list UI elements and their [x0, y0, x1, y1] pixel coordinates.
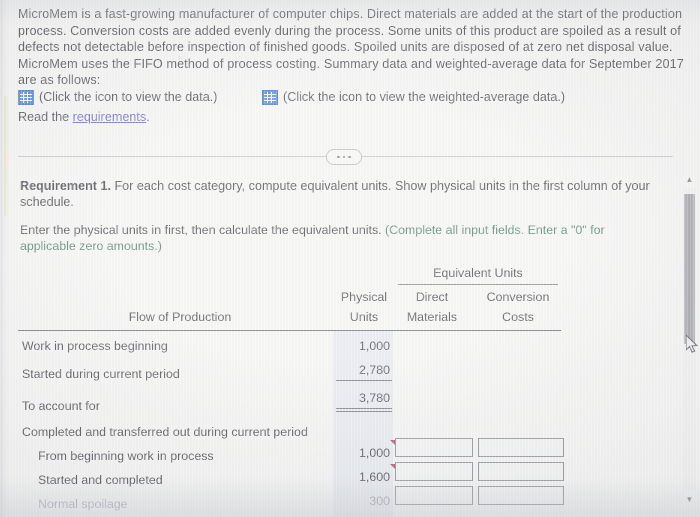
requirement-body: For each cost category, compute equivale… — [20, 179, 650, 210]
table-header-rule — [18, 330, 561, 332]
table-row-label: Started during current period — [22, 367, 180, 381]
dot-1 — [337, 155, 340, 159]
header-direct-materials-line2: Materials — [406, 310, 458, 324]
table-grid-icon[interactable] — [262, 89, 278, 105]
table-row-label: Completed and transferred out during cur… — [22, 425, 308, 439]
total-rule-top — [336, 408, 392, 409]
table-row-label: Normal spoilage — [38, 497, 128, 511]
table-cell-physical: 1,000 — [358, 339, 390, 353]
input-conversion-costs[interactable] — [478, 486, 564, 505]
mouse-cursor-icon — [686, 335, 699, 353]
read-requirements-suffix: . — [146, 110, 150, 124]
input-conversion-costs[interactable] — [478, 438, 564, 457]
table-row-label: To account for — [22, 399, 100, 413]
scroll-down-arrow-icon[interactable]: ▼ — [681, 492, 698, 507]
instruction-text: Enter the physical units in first, then … — [20, 222, 650, 255]
table-cell-physical: 300 — [369, 494, 390, 508]
table-row-label: Work in process beginning — [22, 339, 168, 353]
total-rule-bottom — [336, 411, 392, 412]
scroll-up-arrow-icon[interactable]: ▲ — [681, 172, 698, 187]
table-row-label: From beginning work in process — [38, 449, 214, 463]
requirement-heading: Requirement 1. For each cost category, c… — [20, 178, 660, 211]
equivalent-units-table: Equivalent Units Physical Units Direct M… — [0, 262, 680, 517]
physical-units-column-shading — [333, 330, 393, 517]
input-conversion-costs[interactable] — [478, 462, 564, 481]
header-direct-materials-line1: Direct — [415, 290, 449, 304]
requirement-label: Requirement 1. — [20, 179, 111, 193]
view-weighted-average-link-label: (Click the icon to view the weighted-ave… — [283, 90, 566, 104]
table-grid-icon[interactable] — [18, 89, 34, 105]
header-physical-units-line1: Physical — [340, 290, 388, 304]
content-root: MicroMem is a fast-growing manufacturer … — [0, 0, 700, 517]
input-direct-materials[interactable] — [395, 438, 473, 457]
table-cell-physical: 2,780 — [358, 363, 390, 377]
dot-3 — [348, 155, 351, 159]
table-row-label: Started and completed — [38, 473, 163, 487]
input-direct-materials[interactable] — [395, 486, 473, 505]
header-conversion-costs-line1: Conversion — [486, 290, 550, 304]
instruction-plain: Enter the physical units in first, then … — [20, 223, 386, 237]
view-weighted-average-link[interactable]: (Click the icon to view the weighted-ave… — [262, 89, 565, 105]
dot-2 — [342, 155, 346, 159]
table-cell-physical: 3,780 — [358, 391, 390, 405]
input-direct-materials[interactable] — [395, 462, 473, 481]
header-flow-of-production: Flow of Production — [128, 310, 232, 324]
expand-dots-button[interactable] — [326, 149, 362, 165]
header-equivalent-units: Equivalent Units — [433, 266, 523, 280]
scrollbar-thumb[interactable] — [684, 194, 695, 344]
header-physical-units-line2: Units — [349, 310, 379, 324]
subtotal-rule — [336, 380, 392, 381]
table-cell-physical: 1,600 — [358, 470, 390, 484]
table-cell-physical: 1,000 — [358, 446, 390, 460]
problem-statement: MicroMem is a fast-growing manufacturer … — [18, 7, 684, 88]
header-conversion-costs-line2: Costs — [502, 310, 534, 324]
view-data-link[interactable]: (Click the icon to view the data.) — [18, 89, 218, 105]
read-requirements-prefix: Read the — [18, 110, 73, 124]
read-requirements-line: Read the requirements. — [18, 110, 150, 124]
view-data-link-label: (Click the icon to view the data.) — [39, 90, 218, 104]
requirements-link[interactable]: requirements — [73, 110, 147, 124]
header-equivalent-units-rule — [398, 284, 558, 285]
